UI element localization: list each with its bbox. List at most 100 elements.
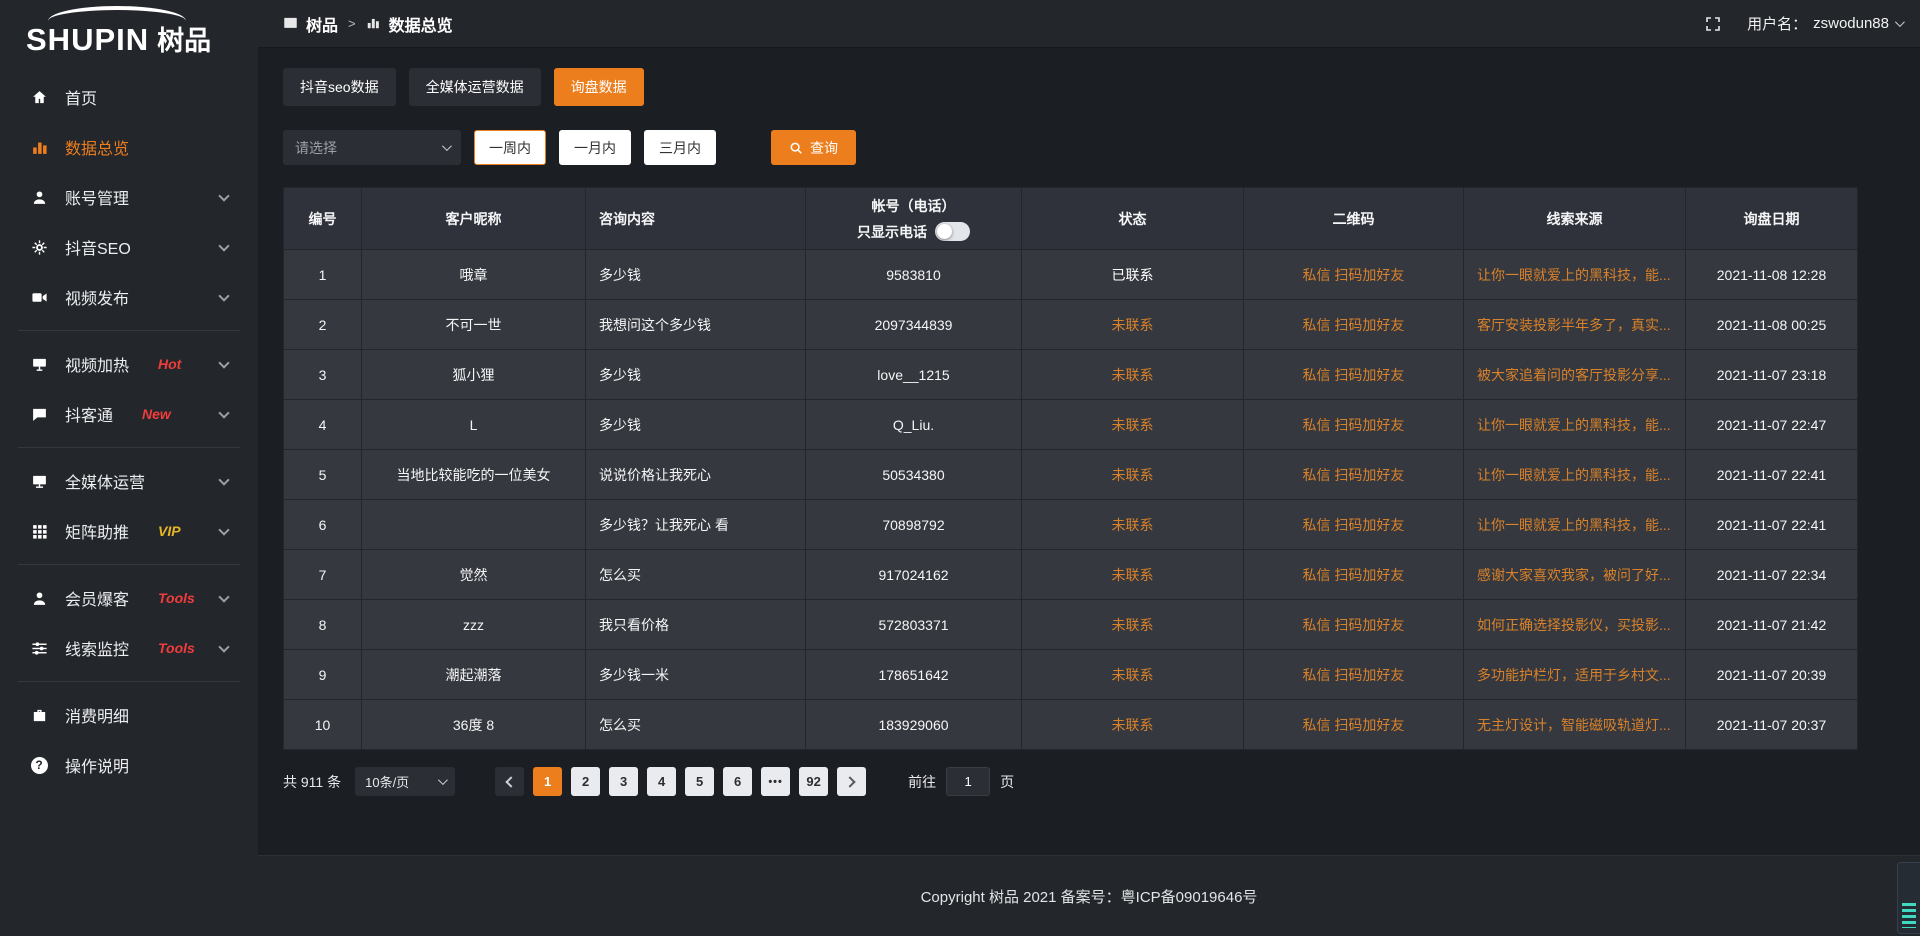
next-page-button[interactable]: [837, 767, 866, 796]
sidebar-item-account-mgmt[interactable]: 账号管理: [0, 172, 258, 222]
account-select[interactable]: 请选择: [283, 130, 461, 165]
sidebar: SHUPIN 树品 首页 数据总览 账号管理 抖音SEO 视频发布: [0, 0, 258, 936]
qrcode-link[interactable]: 私信 扫码加好友: [1244, 600, 1464, 650]
col-header-account: 帐号（电话） 只显示电话: [806, 188, 1022, 250]
source-link[interactable]: 客厅安装投影半年多了，真实...: [1464, 300, 1686, 350]
sidebar-item-home[interactable]: 首页: [0, 72, 258, 122]
qrcode-link[interactable]: 私信 扫码加好友: [1244, 650, 1464, 700]
source-link[interactable]: 让你一眼就爱上的黑科技，能...: [1464, 400, 1686, 450]
cell-nickname: [362, 500, 586, 550]
sidebar-item-video-heating[interactable]: 视频加热 Hot: [0, 339, 258, 389]
chevron-down-icon: [218, 407, 229, 418]
qrcode-link[interactable]: 私信 扫码加好友: [1244, 450, 1464, 500]
chevron-down-icon: [218, 641, 229, 652]
tools-badge: Tools: [158, 590, 195, 606]
status-badge: 未联系: [1022, 500, 1244, 550]
phone-toggle-label: 只显示电话: [857, 222, 927, 242]
chat-bubble-icon: [30, 405, 48, 423]
source-link[interactable]: 无主灯设计，智能磁吸轨道灯...: [1464, 700, 1686, 750]
col-header-status: 状态: [1022, 188, 1244, 250]
qrcode-link[interactable]: 私信 扫码加好友: [1244, 550, 1464, 600]
source-link[interactable]: 让你一眼就爱上的黑科技，能...: [1464, 450, 1686, 500]
sidebar-item-doketong[interactable]: 抖客通 New: [0, 389, 258, 439]
sidebar-item-instructions[interactable]: 操作说明: [0, 740, 258, 790]
inquiry-table: 编号 客户昵称 咨询内容 帐号（电话） 只显示电话 状态 二维码 线索来源 询盘…: [283, 187, 1858, 750]
page-size-select[interactable]: 10条/页: [355, 767, 455, 796]
sidebar-item-lead-monitor[interactable]: 线索监控 Tools: [0, 623, 258, 673]
qrcode-link[interactable]: 私信 扫码加好友: [1244, 500, 1464, 550]
cell-date: 2021-11-07 22:47: [1686, 400, 1858, 450]
more-pages-button[interactable]: •••: [761, 767, 790, 796]
goto-page-input[interactable]: [946, 767, 990, 796]
cell-content: 我想问这个多少钱: [586, 300, 806, 350]
sidebar-item-label: 账号管理: [65, 185, 129, 209]
page-button-2[interactable]: 2: [571, 767, 600, 796]
sidebar-item-data-overview[interactable]: 数据总览: [0, 122, 258, 172]
source-link[interactable]: 如何正确选择投影仪，买投影...: [1464, 600, 1686, 650]
page-button-5[interactable]: 5: [685, 767, 714, 796]
cell-id: 8: [284, 600, 362, 650]
fullscreen-icon[interactable]: [1705, 16, 1721, 32]
page-button-6[interactable]: 6: [723, 767, 752, 796]
tools-badge: Tools: [158, 640, 195, 656]
logo: SHUPIN 树品: [0, 0, 258, 58]
source-link[interactable]: 让你一眼就爱上的黑科技，能...: [1464, 500, 1686, 550]
video-camera-icon: [30, 288, 48, 306]
qrcode-link[interactable]: 私信 扫码加好友: [1244, 700, 1464, 750]
page-button-3[interactable]: 3: [609, 767, 638, 796]
col-header-content: 咨询内容: [586, 188, 806, 250]
chevron-down-icon: [218, 524, 229, 535]
tab-omnimedia-data[interactable]: 全媒体运营数据: [409, 68, 541, 106]
sidebar-item-matrix-boost[interactable]: 矩阵助推 VIP: [0, 506, 258, 556]
table-row: 1 哦章 多少钱 9583810 已联系 私信 扫码加好友 让你一眼就爱上的黑科…: [284, 250, 1858, 300]
user-menu[interactable]: 用户名：zswodun88: [1747, 13, 1902, 34]
goto-label: 前往: [908, 772, 936, 792]
cell-content: 多少钱: [586, 400, 806, 450]
source-link[interactable]: 让你一眼就爱上的黑科技，能...: [1464, 250, 1686, 300]
chevron-down-icon: [442, 141, 452, 151]
floating-widget[interactable]: [1897, 862, 1920, 934]
qrcode-link[interactable]: 私信 扫码加好友: [1244, 250, 1464, 300]
qrcode-link[interactable]: 私信 扫码加好友: [1244, 300, 1464, 350]
sidebar-item-spending-detail[interactable]: 消费明细: [0, 690, 258, 740]
query-button[interactable]: 查询: [771, 130, 856, 165]
qrcode-link[interactable]: 私信 扫码加好友: [1244, 350, 1464, 400]
cell-nickname: 当地比较能吃的一位美女: [362, 450, 586, 500]
breadcrumb-app[interactable]: 树品: [306, 12, 338, 36]
prev-page-button[interactable]: [495, 767, 524, 796]
new-badge: New: [142, 406, 171, 422]
tab-douyin-seo-data[interactable]: 抖音seo数据: [283, 68, 396, 106]
sidebar-item-label: 视频加热: [65, 352, 129, 376]
tab-inquiry-data[interactable]: 询盘数据: [554, 68, 644, 106]
query-button-label: 查询: [810, 138, 838, 158]
username-label: 用户名：: [1747, 13, 1807, 34]
chevron-down-icon: [218, 357, 229, 368]
source-link[interactable]: 多功能护栏灯，适用于乡村文...: [1464, 650, 1686, 700]
cell-date: 2021-11-07 22:41: [1686, 450, 1858, 500]
period-quarter-button[interactable]: 三月内: [644, 130, 716, 165]
cell-account: 70898792: [806, 500, 1022, 550]
sidebar-item-omnimedia-ops[interactable]: 全媒体运营: [0, 456, 258, 506]
period-week-button[interactable]: 一周内: [474, 130, 546, 165]
sidebar-divider: [18, 681, 240, 682]
source-link[interactable]: 被大家追着问的客厅投影分享...: [1464, 350, 1686, 400]
page-button-1[interactable]: 1: [533, 767, 562, 796]
sidebar-item-member-baoke[interactable]: 会员爆客 Tools: [0, 573, 258, 623]
cell-id: 9: [284, 650, 362, 700]
cell-account: Q_Liu.: [806, 400, 1022, 450]
sidebar-item-video-publish[interactable]: 视频发布: [0, 272, 258, 322]
period-month-button[interactable]: 一月内: [559, 130, 631, 165]
qrcode-link[interactable]: 私信 扫码加好友: [1244, 400, 1464, 450]
topbar: 树品 > 数据总览 用户名：zswodun88: [258, 0, 1920, 48]
sidebar-item-douyin-seo[interactable]: 抖音SEO: [0, 222, 258, 272]
hot-badge: Hot: [158, 356, 181, 372]
cell-id: 1: [284, 250, 362, 300]
sidebar-menu: 首页 数据总览 账号管理 抖音SEO 视频发布 视频加热 Hot: [0, 72, 258, 790]
status-badge: 未联系: [1022, 550, 1244, 600]
page-button-4[interactable]: 4: [647, 767, 676, 796]
page-button-92[interactable]: 92: [799, 767, 828, 796]
phone-only-toggle[interactable]: [935, 222, 970, 241]
cell-account: 2097344839: [806, 300, 1022, 350]
chevron-down-icon: [218, 290, 229, 301]
source-link[interactable]: 感谢大家喜欢我家，被问了好...: [1464, 550, 1686, 600]
